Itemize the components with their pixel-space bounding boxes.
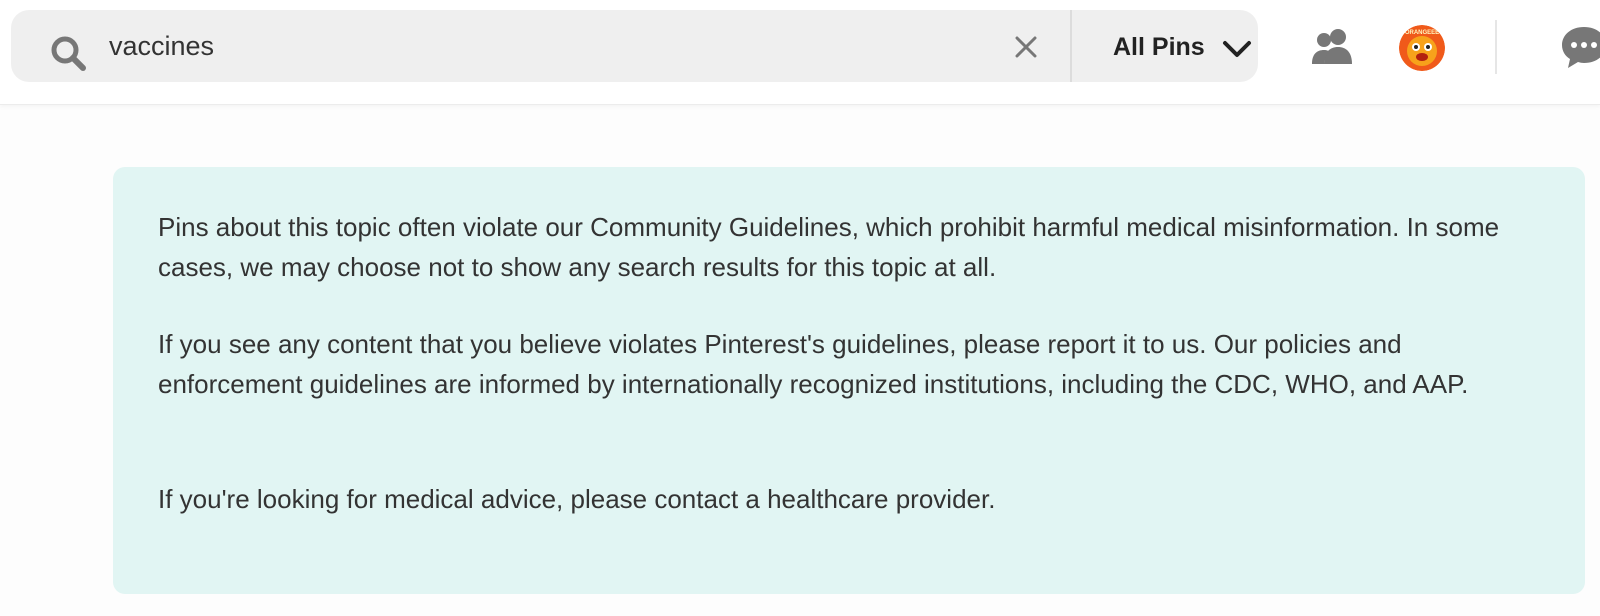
chat-bubble-icon[interactable] [1559, 24, 1600, 70]
notice-paragraph-report: If you see any content that you believe … [158, 329, 1469, 399]
chevron-down-icon [1223, 41, 1251, 57]
close-icon[interactable] [1013, 34, 1039, 60]
notice-paragraph-medical-advice: If you're looking for medical advice, pl… [158, 484, 996, 514]
avatar-label: ORANGEEE [1405, 30, 1439, 36]
avatar-image: ORANGEEE [1399, 25, 1445, 71]
people-icon[interactable] [1311, 26, 1355, 66]
search-input[interactable] [109, 26, 969, 66]
header-divider [1495, 20, 1497, 74]
misinformation-notice: Pins about this topic often violate our … [113, 167, 1585, 594]
top-header: All Pins ORANGEEE [0, 0, 1600, 105]
avatar[interactable]: ORANGEEE [1399, 25, 1445, 71]
search-bar[interactable]: All Pins [11, 10, 1258, 82]
search-icon [51, 36, 86, 71]
filter-label: All Pins [1113, 33, 1205, 61]
notice-paragraph-guidelines: Pins about this topic often violate our … [158, 212, 1500, 282]
filter-dropdown[interactable]: All Pins [1072, 10, 1258, 82]
